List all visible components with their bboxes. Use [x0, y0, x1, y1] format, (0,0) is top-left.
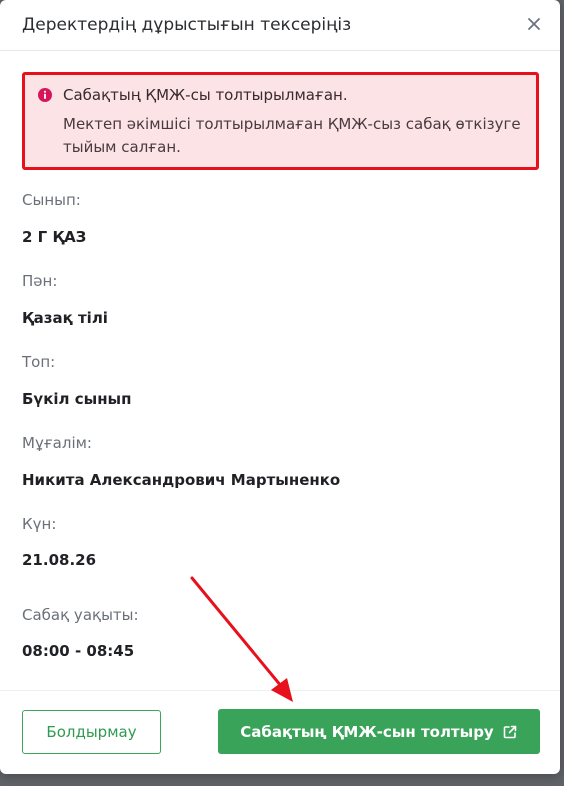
class-label: Сынып: — [22, 191, 81, 209]
info-circle-icon — [37, 87, 53, 103]
subject-value: Қазақ тілі — [22, 309, 108, 327]
fill-lesson-plan-label: Сабақтың ҚМЖ-сын толтыру — [240, 723, 493, 741]
check-data-modal: Деректердің дұрыстығын тексеріңіз Сабақт… — [0, 0, 560, 774]
class-value: 2 Г ҚАЗ — [22, 228, 86, 246]
close-button[interactable] — [522, 12, 546, 36]
modal-header: Деректердің дұрыстығын тексеріңіз — [0, 0, 560, 51]
background-page-text — [0, 772, 564, 786]
alert-title: Сабақтың ҚМЖ-сы толтырылмаған. — [63, 86, 348, 104]
modal-title: Деректердің дұрыстығын тексеріңіз — [22, 15, 351, 35]
warning-alert: Сабақтың ҚМЖ-сы толтырылмаған. Мектеп әк… — [22, 72, 539, 170]
cancel-button[interactable]: Болдырмау — [22, 710, 161, 754]
date-value: 21.08.26 — [22, 551, 96, 569]
lesson-time-value: 08:00 - 08:45 — [22, 642, 134, 660]
close-icon — [527, 17, 541, 31]
teacher-label: Мұғалім: — [22, 434, 92, 452]
date-label: Күн: — [22, 515, 56, 533]
alert-message: Мектеп әкімшісі толтырылмаған ҚМЖ-сыз са… — [63, 113, 522, 159]
subject-label: Пән: — [22, 272, 57, 290]
group-label: Топ: — [22, 353, 55, 371]
group-value: Бүкіл сынып — [22, 390, 132, 408]
teacher-value: Никита Александрович Мартыненко — [22, 471, 340, 489]
lesson-time-label: Сабақ уақыты: — [22, 606, 139, 624]
fill-lesson-plan-button[interactable]: Сабақтың ҚМЖ-сын толтыру — [218, 709, 540, 754]
external-link-icon — [502, 724, 518, 740]
footer-divider — [0, 690, 560, 691]
